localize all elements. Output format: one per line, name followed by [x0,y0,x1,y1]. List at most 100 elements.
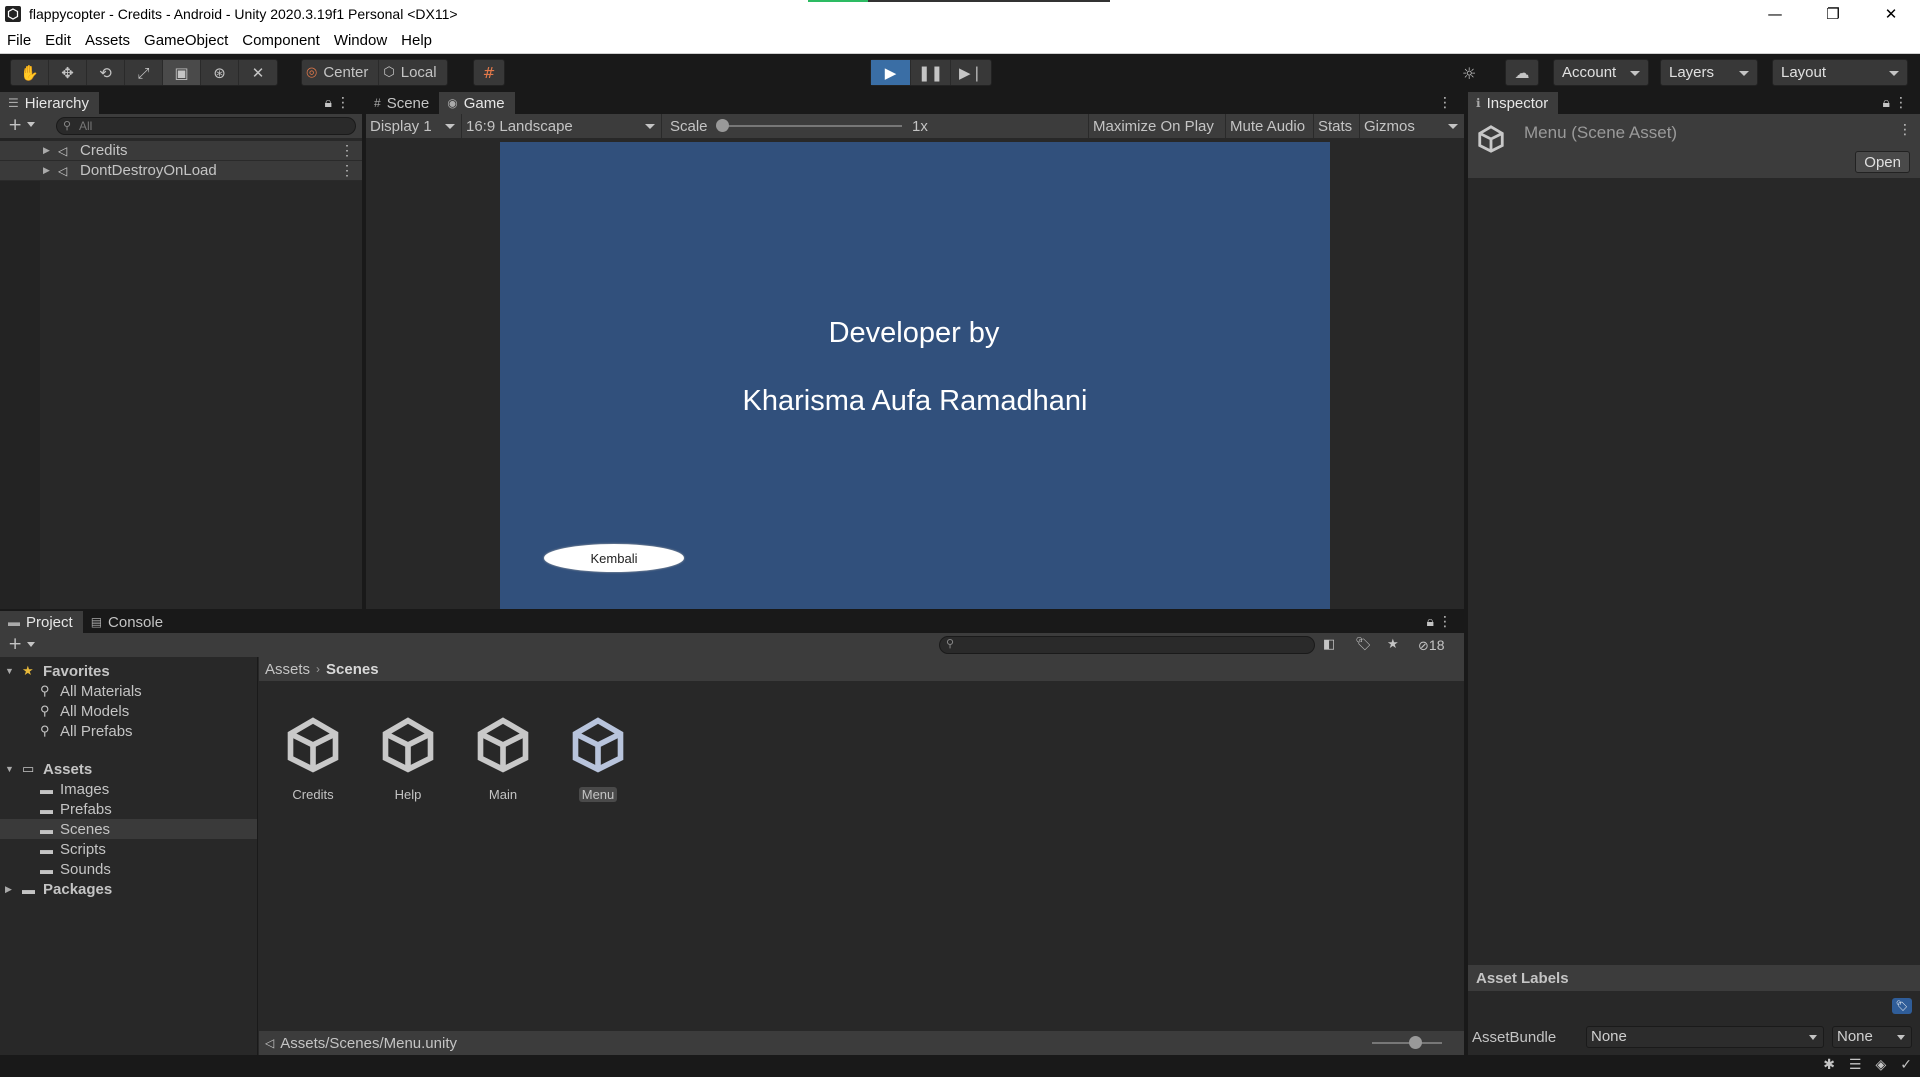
chevron-down-icon[interactable] [27,642,35,647]
menu-help[interactable]: Help [394,32,439,49]
tree-folder-images[interactable]: ▬ Images [0,779,257,799]
tab-hierarchy[interactable]: ☰ Hierarchy [0,92,99,114]
assetbundle-variant-dropdown[interactable]: None [1832,1026,1912,1048]
lock-icon[interactable]: 🔒︎ [325,95,332,111]
rect-tool-icon[interactable]: ▣ [163,60,201,85]
aspect-dropdown[interactable]: 16:9 Landscape [462,114,662,138]
tree-item-all-models[interactable]: ⚲ All Models [0,701,257,721]
more-icon[interactable]: ⋮ [340,162,354,179]
tree-folder-scenes[interactable]: ▬ Scenes [0,819,257,839]
search-by-label-icon[interactable]: 🏷︎ [1355,637,1372,652]
more-icon[interactable]: ⋮ [1438,95,1452,111]
breadcrumb-assets[interactable]: Assets [265,661,310,678]
expand-arrow-icon[interactable]: ▶ [43,145,50,156]
open-button[interactable]: Open [1855,151,1910,173]
hierarchy-item-dontdestroyonload[interactable]: ▶ ◁ DontDestroyOnLoad ⋮ [0,161,362,181]
tree-item-all-prefabs[interactable]: ⚲ All Prefabs [0,721,257,741]
main-toolbar: ✋ ✥ ⟲ ⤢ ▣ ⊛ ✕ ◎ Center ⬡ Local # ▶ ❚❚ ▶❘… [0,54,1920,92]
hierarchy-search-input[interactable]: ⚲ All [56,117,356,135]
gizmos-dropdown[interactable]: Gizmos [1360,114,1464,138]
tab-scene[interactable]: # Scene [366,92,439,114]
play-button[interactable]: ▶ [871,60,911,85]
menu-assets[interactable]: Assets [78,32,137,49]
step-button[interactable]: ▶❘ [951,60,991,85]
hand-tool-icon[interactable]: ✋ [11,60,49,85]
pause-button[interactable]: ❚❚ [911,60,951,85]
expand-arrow-icon[interactable]: ▼ [5,764,14,774]
minimize-button[interactable]: — [1746,0,1804,28]
menu-component[interactable]: Component [235,32,327,49]
pivot-local-button[interactable]: ⬡ Local [379,60,446,85]
maximize-on-play-toggle[interactable]: Maximize On Play [1088,114,1226,138]
pivot-center-button[interactable]: ◎ Center [302,60,380,85]
transform-tool-icon[interactable]: ⊛ [201,60,239,85]
menu-edit[interactable]: Edit [38,32,78,49]
layers-dropdown[interactable]: Layers [1660,59,1758,86]
assetbundle-dropdown[interactable]: None [1586,1026,1824,1048]
asset-credits[interactable]: Credits [273,715,353,803]
folder-icon: ▬ [40,821,53,837]
tree-packages[interactable]: ▶ ▬ Packages [0,879,257,899]
scale-slider-thumb[interactable] [716,119,729,132]
favorite-icon[interactable]: ★ [1387,637,1399,652]
hidden-packages-icon[interactable]: ⊘18 [1418,637,1444,654]
display-dropdown[interactable]: Display 1 [366,114,462,138]
expand-arrow-icon[interactable]: ▶ [5,884,12,895]
tree-folder-sounds[interactable]: ▬ Sounds [0,859,257,879]
cache-server-icon[interactable]: ☰ [1849,1057,1862,1073]
search-by-type-icon[interactable]: ◧ [1323,637,1335,652]
expand-arrow-icon[interactable]: ▶ [43,165,50,176]
debug-icon[interactable]: ✱ [1823,1057,1835,1073]
more-icon[interactable]: ⋮ [1898,122,1912,138]
chevron-down-icon[interactable] [27,122,35,127]
menu-file[interactable]: File [0,32,38,49]
tree-folder-prefabs[interactable]: ▬ Prefabs [0,799,257,819]
chevron-down-icon [1448,124,1458,129]
mute-audio-toggle[interactable]: Mute Audio [1226,114,1314,138]
icon-size-slider-thumb[interactable] [1409,1036,1422,1049]
menu-gameobject[interactable]: GameObject [137,32,235,49]
tab-project[interactable]: ▬ Project [0,611,83,633]
services-icon[interactable]: ☼ [1462,64,1476,83]
custom-tool-icon[interactable]: ✕ [239,60,277,85]
scale-slider-track[interactable] [722,125,902,127]
expand-arrow-icon[interactable]: ▼ [5,666,14,676]
maximize-button[interactable]: ❐ [1804,0,1862,28]
kembali-button[interactable]: Kembali [544,544,684,572]
more-icon[interactable]: ⋮ [336,95,350,111]
tag-icon[interactable]: 🏷︎ [1892,998,1912,1014]
move-tool-icon[interactable]: ✥ [49,60,87,85]
tree-assets[interactable]: ▼ ▭ Assets [0,759,257,779]
more-icon[interactable]: ⋮ [1894,95,1908,111]
asset-help[interactable]: Help [368,715,448,803]
add-icon[interactable]: + [8,634,22,654]
more-icon[interactable]: ⋮ [1438,614,1452,630]
hierarchy-item-credits[interactable]: ▶ ◁ Credits ⋮ [0,141,362,161]
menu-window[interactable]: Window [327,32,394,49]
tab-console[interactable]: ▤ Console [83,611,173,633]
scale-tool-icon[interactable]: ⤢ [125,60,163,85]
close-button[interactable]: ✕ [1862,0,1920,28]
tree-favorites[interactable]: ▼ ★ Favorites [0,661,257,681]
rotate-tool-icon[interactable]: ⟲ [87,60,125,85]
lock-icon[interactable]: 🔒︎ [1883,95,1890,111]
stats-toggle[interactable]: Stats [1314,114,1360,138]
tab-inspector[interactable]: ℹ Inspector [1468,92,1559,114]
grid-snap-button[interactable]: # [473,59,505,86]
tree-folder-scripts[interactable]: ▬ Scripts [0,839,257,859]
asset-main[interactable]: Main [463,715,543,803]
lock-icon[interactable]: 🔒︎ [1427,614,1434,630]
breadcrumb-scenes[interactable]: Scenes [326,661,379,678]
layout-dropdown[interactable]: Layout [1772,59,1908,86]
more-icon[interactable]: ⋮ [340,142,354,159]
icon-size-slider-track[interactable] [1372,1042,1442,1044]
add-icon[interactable]: + [8,115,22,135]
auto-generate-lighting-icon[interactable]: ◈ [1875,1057,1886,1073]
cloud-button[interactable]: ☁ [1505,59,1539,86]
asset-menu[interactable]: Menu [558,715,638,803]
account-dropdown[interactable]: Account [1553,59,1649,86]
check-icon[interactable]: ✓ [1900,1057,1912,1073]
tab-game[interactable]: ◉ Game [439,92,515,114]
tree-item-all-materials[interactable]: ⚲ All Materials [0,681,257,701]
project-search-input[interactable]: ⚲ [939,636,1315,654]
